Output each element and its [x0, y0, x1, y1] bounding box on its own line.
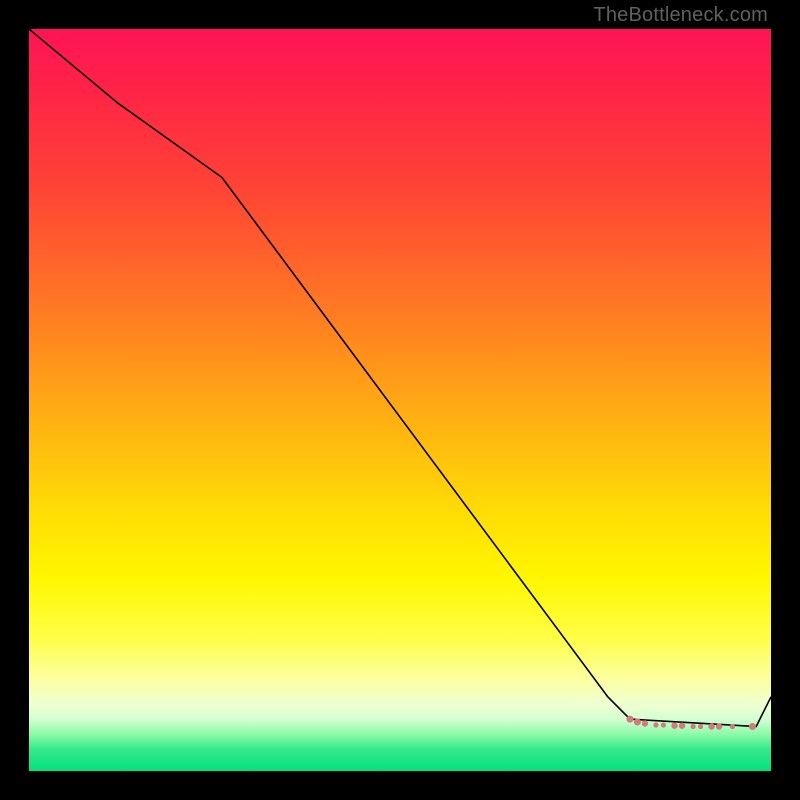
- marker-dot: [653, 722, 658, 727]
- curve-path: [29, 29, 771, 727]
- marker-dot: [627, 716, 634, 723]
- marker-dot: [661, 722, 666, 727]
- chart-stage: TheBottleneck.com: [0, 0, 800, 800]
- marker-dot: [708, 723, 714, 729]
- marker-dot: [642, 720, 648, 726]
- marker-group: [627, 716, 756, 730]
- line-overlay: [29, 29, 771, 771]
- marker-dot: [716, 723, 722, 729]
- marker-dot: [634, 719, 641, 726]
- series-curve: [29, 29, 771, 727]
- marker-dot: [679, 723, 685, 729]
- marker-dot: [671, 723, 677, 729]
- gradient-plot-area: [29, 29, 771, 771]
- marker-dot: [730, 724, 735, 729]
- attribution-label: TheBottleneck.com: [593, 4, 768, 27]
- marker-dot: [749, 723, 756, 730]
- marker-dot: [691, 724, 696, 729]
- marker-dot: [698, 724, 703, 729]
